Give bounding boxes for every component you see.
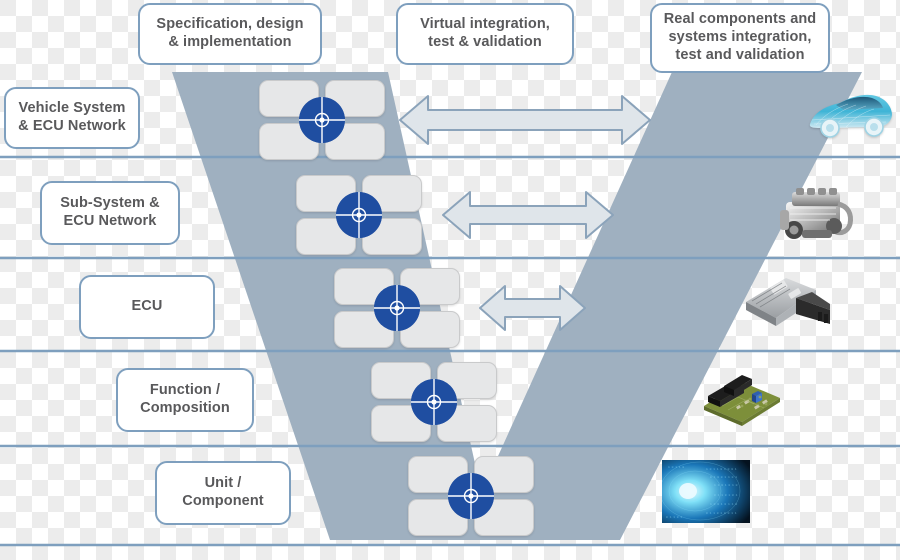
svg-text:1 0 1 1 0 1 0 0 1: 1 0 1 1 0 1 0 0 1 (706, 468, 737, 471)
binary-image: 1 0 1 1 0 1 0 0 1 0 1 0 0 1 1 0 1 1 1 0 … (659, 460, 750, 523)
ecu-image (742, 272, 834, 334)
engine-image (772, 180, 860, 246)
quad-group-vehicle-system[interactable] (259, 80, 385, 160)
level-label-sub-system[interactable]: Sub-System & ECU Network (40, 181, 180, 245)
level-label-unit-text: Unit / Component (182, 475, 264, 509)
quad-group-sub-system[interactable] (296, 175, 422, 255)
svg-text:1 1 0 1 0 1 0: 1 1 0 1 0 1 0 (714, 484, 738, 487)
level-label-sub-system-text: Sub-System & ECU Network (60, 195, 160, 229)
v-model-diagram: Specification, design & implementation V… (0, 0, 900, 560)
level-label-unit[interactable]: Unit / Component (155, 461, 291, 525)
arrow-sub-system (442, 191, 614, 239)
level-label-vehicle-system-text: Vehicle System & ECU Network (18, 100, 126, 134)
pcb-image (698, 366, 784, 428)
header-real-components[interactable]: Real components and systems integration,… (650, 3, 830, 73)
svg-text:0 1 1 0 1 0 1: 0 1 1 0 1 0 1 (714, 494, 738, 497)
level-label-vehicle-system[interactable]: Vehicle System & ECU Network (4, 87, 140, 149)
svg-text:0 1 1 0 1: 0 1 1 0 1 (666, 516, 682, 519)
target-crosshair-icon (448, 473, 494, 519)
target-crosshair-icon (374, 285, 420, 331)
level-label-function[interactable]: Function / Composition (116, 368, 254, 432)
target-crosshair-icon (336, 192, 382, 238)
header-specification[interactable]: Specification, design & implementation (138, 3, 322, 65)
quad-group-function[interactable] (371, 362, 497, 442)
arrow-vehicle (399, 95, 651, 145)
quad-group-unit[interactable] (408, 456, 534, 536)
header-virtual-integration[interactable]: Virtual integration, test & validation (396, 3, 574, 65)
header-specification-label: Specification, design & implementation (156, 16, 304, 50)
quad-group-ecu[interactable] (334, 268, 460, 348)
svg-text:0 1 1 0 1 0 0 1 1: 0 1 1 0 1 0 0 1 1 (706, 512, 737, 515)
level-label-ecu[interactable]: ECU (79, 275, 215, 339)
car-image (806, 84, 894, 142)
level-label-ecu-text: ECU (131, 298, 163, 315)
target-crosshair-icon (299, 97, 345, 143)
header-virtual-integration-label: Virtual integration, test & validation (420, 16, 550, 50)
target-crosshair-icon (411, 379, 457, 425)
header-real-components-label: Real components and systems integration,… (663, 11, 817, 63)
level-label-function-text: Function / Composition (140, 382, 230, 416)
